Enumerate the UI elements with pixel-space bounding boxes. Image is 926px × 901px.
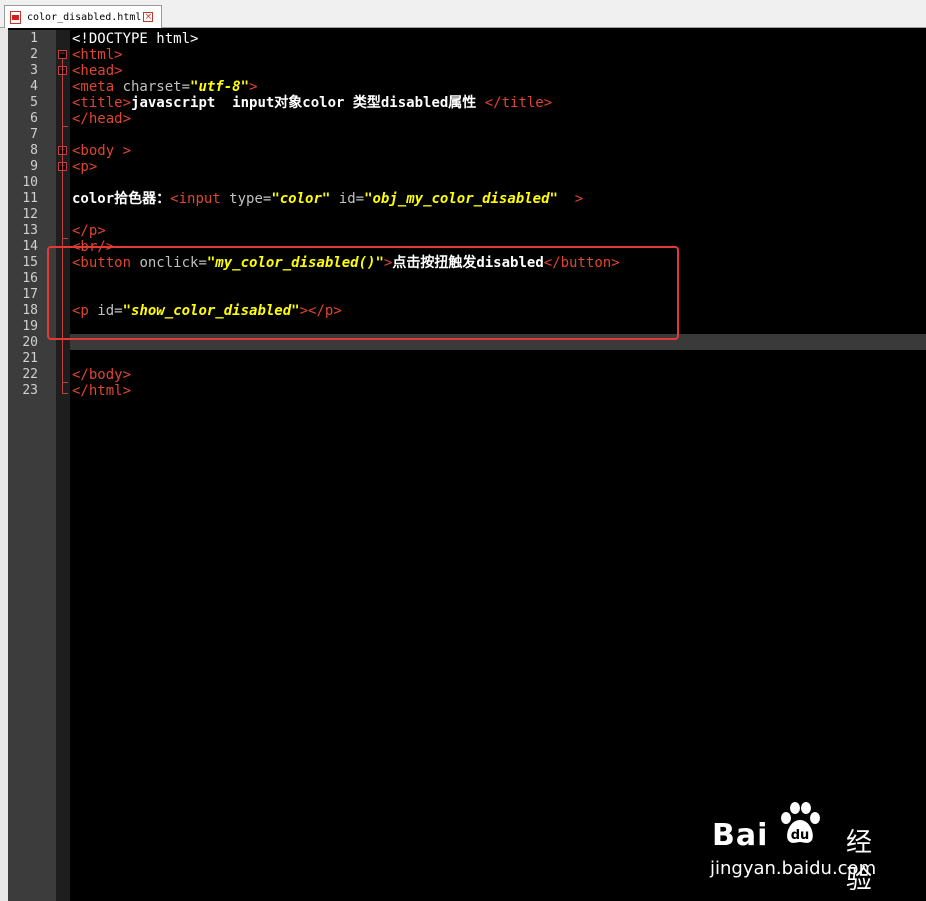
line-number: 8	[30, 143, 38, 158]
code-line[interactable]: 21	[0, 351, 926, 367]
line-number: 14	[22, 239, 38, 254]
code-token-attr: charset=	[122, 79, 191, 95]
code-line[interactable]: 13 </p>	[0, 223, 926, 239]
watermark-url: jingyan.baidu.com	[710, 858, 877, 879]
code-token-tag: >	[249, 79, 258, 95]
code-line[interactable]: 22 </body>	[0, 367, 926, 383]
line-number: 17	[22, 287, 38, 302]
code-text: </body>	[72, 367, 131, 383]
code-line[interactable]: 6 </head>	[0, 111, 926, 127]
code-line[interactable]: 11 color拾色器：<input type="color" id="obj_m…	[0, 191, 926, 207]
code-text: <p>	[72, 159, 97, 175]
code-token-tag: <title>	[72, 95, 132, 111]
code-line[interactable]: 1 <!DOCTYPE html>	[0, 31, 926, 47]
code-token-tag: >	[557, 191, 584, 207]
line-number: 21	[22, 351, 38, 366]
code-token-tag: <input	[170, 191, 230, 207]
code-token-tag: </body>	[72, 367, 132, 383]
code-line[interactable]: 9 <p>	[0, 159, 926, 175]
highlight-annotation-box	[47, 246, 679, 340]
line-number: 9	[30, 159, 38, 174]
baidu-paw-icon: du	[781, 802, 820, 843]
close-icon[interactable]: ×	[143, 12, 154, 22]
code-token-plain: <!DOCTYPE html>	[72, 31, 199, 47]
html-file-icon	[10, 10, 22, 24]
code-token-str: "obj_my_color_disabled"	[364, 191, 558, 207]
code-text: <head>	[72, 63, 123, 79]
tab-label: color_disabled.html	[27, 11, 142, 23]
line-number: 1	[30, 31, 38, 46]
code-token-attr: type=	[229, 191, 272, 207]
code-token-tag: <meta	[72, 79, 123, 95]
code-text: </html>	[72, 383, 131, 399]
line-number: 22	[22, 367, 38, 382]
fold-end-html	[62, 393, 68, 394]
code-line[interactable]: 7	[0, 127, 926, 143]
code-token-str: "color"	[271, 191, 331, 207]
code-text: <html>	[72, 47, 123, 63]
code-token-tag: <head>	[72, 63, 123, 79]
code-line[interactable]: 4 <meta charset="utf-8">	[0, 79, 926, 95]
code-token-tag: <html>	[72, 47, 123, 63]
line-number: 4	[30, 79, 38, 94]
line-number: 15	[22, 255, 38, 270]
line-number: 23	[22, 383, 38, 398]
line-number: 13	[22, 223, 38, 238]
code-text: color拾色器：<input type="color" id="obj_my_…	[72, 191, 583, 207]
code-text: <body >	[72, 143, 131, 159]
line-number: 6	[30, 111, 38, 126]
code-line[interactable]: 10	[0, 175, 926, 191]
code-token-str: "utf-8"	[190, 79, 250, 95]
code-line[interactable]: 5 <title>javascript input对象color 类型disabl…	[0, 95, 926, 111]
line-number: 16	[22, 271, 38, 286]
code-token-tag: </p>	[72, 223, 106, 239]
code-token-attr: id=	[330, 191, 365, 207]
line-number: 12	[22, 207, 38, 222]
code-text: </head>	[72, 111, 131, 127]
line-number: 18	[22, 303, 38, 318]
code-token-tag: </title>	[484, 95, 553, 111]
code-line[interactable]: 23 </html>	[0, 383, 926, 399]
watermark-brand: Bai	[712, 818, 769, 853]
line-number: 3	[30, 63, 38, 78]
line-number: 19	[22, 319, 38, 334]
code-text: <!DOCTYPE html>	[72, 31, 198, 47]
fold-toggle-html[interactable]: −	[58, 50, 67, 59]
svg-text:du: du	[791, 828, 810, 843]
fold-end-head	[62, 126, 68, 127]
code-token-tag: </head>	[72, 111, 132, 127]
fold-end-p	[62, 238, 68, 239]
code-token-txt: javascript input对象color 类型disabled属性	[131, 95, 485, 111]
code-token-tag: <body >	[72, 143, 132, 159]
line-number: 11	[22, 191, 38, 206]
tab-bar: color_disabled.html ×	[0, 0, 926, 28]
fold-end-body	[62, 382, 68, 383]
line-number: 20	[22, 335, 38, 350]
baidu-jingyan-watermark: du Bai 经验 jingyan.baidu.com	[708, 800, 888, 895]
code-line[interactable]: 2 <html>	[0, 47, 926, 63]
code-token-tag: </html>	[72, 383, 132, 399]
code-token-tag: <p>	[72, 159, 98, 175]
code-line[interactable]: 3 <head>	[0, 63, 926, 79]
code-line[interactable]: 8 <body >	[0, 143, 926, 159]
tab-color-disabled[interactable]: color_disabled.html ×	[4, 5, 162, 28]
line-number: 7	[30, 127, 38, 142]
code-text: <title>javascript input对象color 类型disable…	[72, 95, 552, 111]
fold-guide	[62, 59, 63, 393]
code-text: </p>	[72, 223, 106, 239]
line-number: 5	[30, 95, 38, 110]
code-text: <meta charset="utf-8">	[72, 79, 257, 95]
code-line[interactable]: 12	[0, 207, 926, 223]
line-number: 10	[22, 175, 38, 190]
code-token-txt: color拾色器：	[72, 191, 171, 207]
line-number: 2	[30, 47, 38, 62]
